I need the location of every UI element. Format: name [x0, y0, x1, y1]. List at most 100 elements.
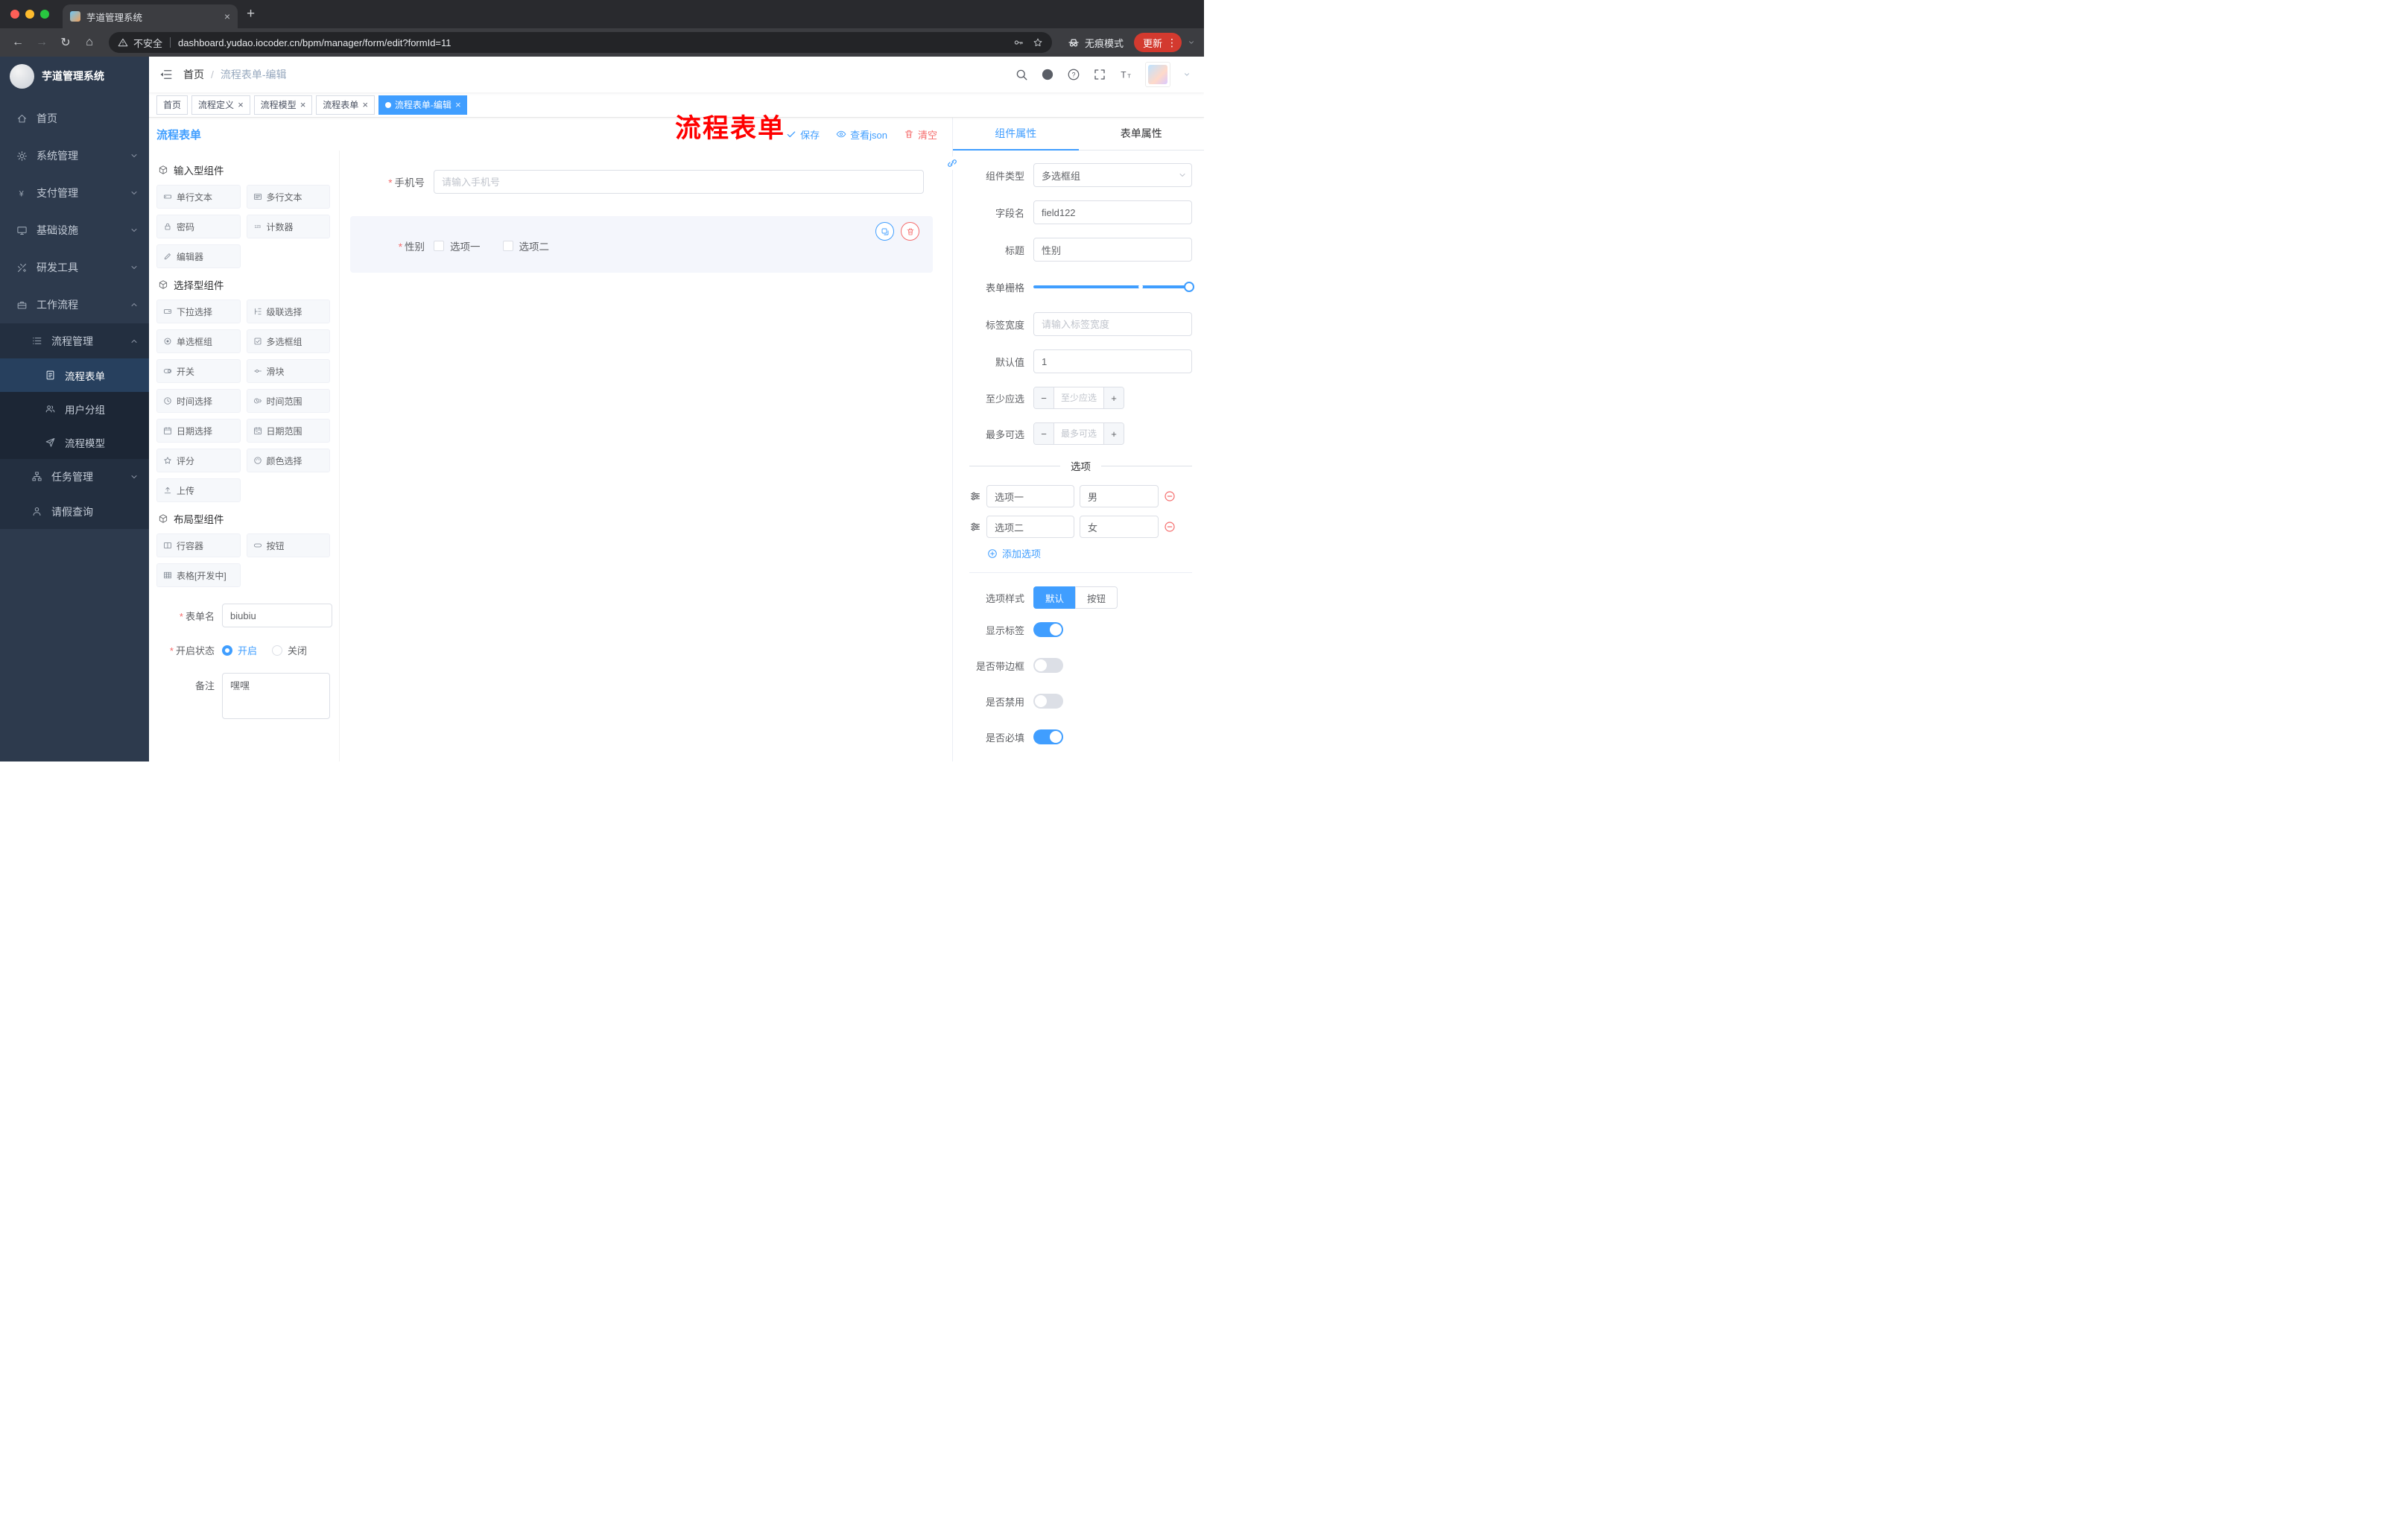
status-on-radio[interactable]: 开启 — [222, 643, 257, 657]
reload-button[interactable]: ↻ — [57, 35, 75, 50]
sidebar-item[interactable]: 研发工具 — [0, 249, 149, 286]
decrease-button[interactable]: − — [1034, 423, 1054, 444]
palette-item[interactable]: 时间选择 — [156, 389, 241, 413]
palette-item[interactable]: 单行文本 — [156, 185, 241, 209]
close-tag-icon[interactable]: × — [300, 100, 306, 110]
copy-field-button[interactable] — [875, 222, 894, 241]
slider-handle[interactable] — [1184, 282, 1194, 292]
update-button[interactable]: 更新 ⋮ — [1133, 33, 1182, 52]
view-json-button[interactable]: 查看json — [836, 127, 887, 142]
view-tag[interactable]: 流程表单-编辑 × — [378, 95, 468, 115]
sidebar-item[interactable]: 用户分组 — [0, 392, 149, 425]
form-field-gender-selected[interactable]: 性别 选项一 选项二 — [350, 216, 933, 273]
close-tag-icon[interactable]: × — [238, 100, 244, 110]
palette-item[interactable]: 评分 — [156, 449, 241, 472]
sidebar-item[interactable]: 系统管理 — [0, 137, 149, 174]
maximize-window-button[interactable] — [40, 10, 49, 19]
option-label-input[interactable] — [986, 485, 1074, 507]
status-off-radio[interactable]: 关闭 — [272, 643, 307, 657]
delete-field-button[interactable] — [901, 222, 919, 241]
palette-item[interactable]: 滑块 — [246, 359, 330, 383]
close-window-button[interactable] — [10, 10, 19, 19]
form-name-input[interactable] — [222, 604, 332, 627]
view-tag[interactable]: 流程定义 × — [191, 95, 250, 115]
collapse-sidebar-icon[interactable] — [159, 68, 173, 81]
palette-item[interactable]: 级联选择 — [246, 300, 330, 323]
sidebar-item[interactable]: 任务管理 — [0, 459, 149, 494]
palette-item[interactable]: 开关 — [156, 359, 241, 383]
remove-option-icon[interactable] — [1164, 521, 1176, 533]
palette-item[interactable]: 时间范围 — [246, 389, 330, 413]
palette-item[interactable]: 多选框组 — [246, 329, 330, 353]
min-select-input[interactable] — [1054, 387, 1103, 408]
back-button[interactable]: ← — [9, 36, 27, 49]
save-button[interactable]: 保存 — [786, 127, 820, 142]
chevron-down-icon[interactable] — [1188, 39, 1195, 46]
increase-button[interactable]: + — [1103, 423, 1124, 444]
sidebar-item[interactable]: 支付管理 — [0, 174, 149, 212]
new-tab-button[interactable]: + — [247, 4, 255, 24]
clear-button[interactable]: 清空 — [904, 127, 937, 142]
avatar-caret-icon[interactable] — [1183, 71, 1191, 78]
increase-button[interactable]: + — [1103, 387, 1124, 408]
view-tag[interactable]: 流程模型 × — [253, 95, 313, 115]
toggle-switch[interactable] — [1033, 658, 1063, 673]
default-value-input[interactable] — [1033, 349, 1192, 373]
link-icon[interactable] — [945, 156, 959, 170]
user-avatar[interactable] — [1145, 62, 1170, 87]
tab-component-props[interactable]: 组件属性 — [953, 118, 1079, 151]
sidebar-item[interactable]: 流程管理 — [0, 323, 149, 358]
toggle-switch[interactable] — [1033, 622, 1063, 637]
gender-option-1-checkbox[interactable]: 选项一 — [434, 238, 481, 253]
title-input[interactable] — [1033, 238, 1192, 262]
sidebar-item[interactable]: 流程表单 — [0, 358, 149, 392]
palette-item[interactable]: 下拉选择 — [156, 300, 241, 323]
max-select-input[interactable] — [1054, 423, 1103, 444]
gender-option-2-checkbox[interactable]: 选项二 — [502, 238, 549, 253]
sidebar-item[interactable]: 工作流程 — [0, 286, 149, 323]
search-icon[interactable] — [1015, 68, 1028, 81]
style-button-button[interactable]: 按钮 — [1075, 586, 1118, 609]
palette-item[interactable]: 密码 — [156, 215, 241, 238]
browser-menu-kebab-icon[interactable]: ⋮ — [1167, 37, 1177, 49]
option-value-input[interactable] — [1080, 516, 1159, 538]
password-key-icon[interactable] — [1013, 37, 1024, 48]
palette-item[interactable]: 按钮 — [246, 533, 330, 557]
tab-form-props[interactable]: 表单属性 — [1079, 118, 1205, 150]
sidebar-item[interactable]: 流程模型 — [0, 425, 149, 459]
option-value-input[interactable] — [1080, 485, 1159, 507]
palette-item[interactable]: 日期范围 — [246, 419, 330, 443]
browser-tab[interactable]: 芋道管理系统 × — [63, 4, 238, 28]
home-button[interactable]: ⌂ — [80, 36, 98, 49]
toggle-switch[interactable] — [1033, 729, 1063, 744]
form-grid-slider[interactable] — [1033, 275, 1194, 299]
decrease-button[interactable]: − — [1034, 387, 1054, 408]
palette-item[interactable]: 表格[开发中] — [156, 563, 241, 587]
drag-option-icon[interactable] — [969, 521, 981, 533]
fullscreen-icon[interactable] — [1093, 68, 1106, 81]
palette-item[interactable]: 多行文本 — [246, 185, 330, 209]
component-type-select[interactable]: 多选框组 — [1033, 163, 1192, 187]
close-tag-icon[interactable]: × — [362, 100, 368, 110]
toggle-switch[interactable] — [1033, 694, 1063, 709]
palette-item[interactable]: 计数器 — [246, 215, 330, 238]
form-remark-textarea[interactable]: 嘿嘿 — [222, 673, 330, 719]
palette-item[interactable]: 上传 — [156, 478, 241, 502]
sidebar-item[interactable]: 首页 — [0, 100, 149, 137]
forward-button[interactable]: → — [33, 36, 51, 49]
add-option-button[interactable]: 添加选项 — [987, 546, 1192, 560]
label-width-input[interactable] — [1033, 312, 1192, 336]
palette-item[interactable]: 颜色选择 — [246, 449, 330, 472]
help-icon[interactable] — [1067, 68, 1080, 81]
close-tag-icon[interactable]: × — [455, 100, 461, 110]
remove-option-icon[interactable] — [1164, 490, 1176, 502]
font-size-icon[interactable] — [1119, 68, 1132, 81]
field-name-input[interactable] — [1033, 200, 1192, 224]
minimize-window-button[interactable] — [25, 10, 34, 19]
sidebar-item[interactable]: 基础设施 — [0, 212, 149, 249]
palette-item[interactable]: 单选框组 — [156, 329, 241, 353]
option-label-input[interactable] — [986, 516, 1074, 538]
style-default-button[interactable]: 默认 — [1033, 586, 1076, 609]
form-field-phone[interactable]: 手机号 — [350, 161, 933, 203]
phone-input[interactable] — [434, 170, 924, 194]
